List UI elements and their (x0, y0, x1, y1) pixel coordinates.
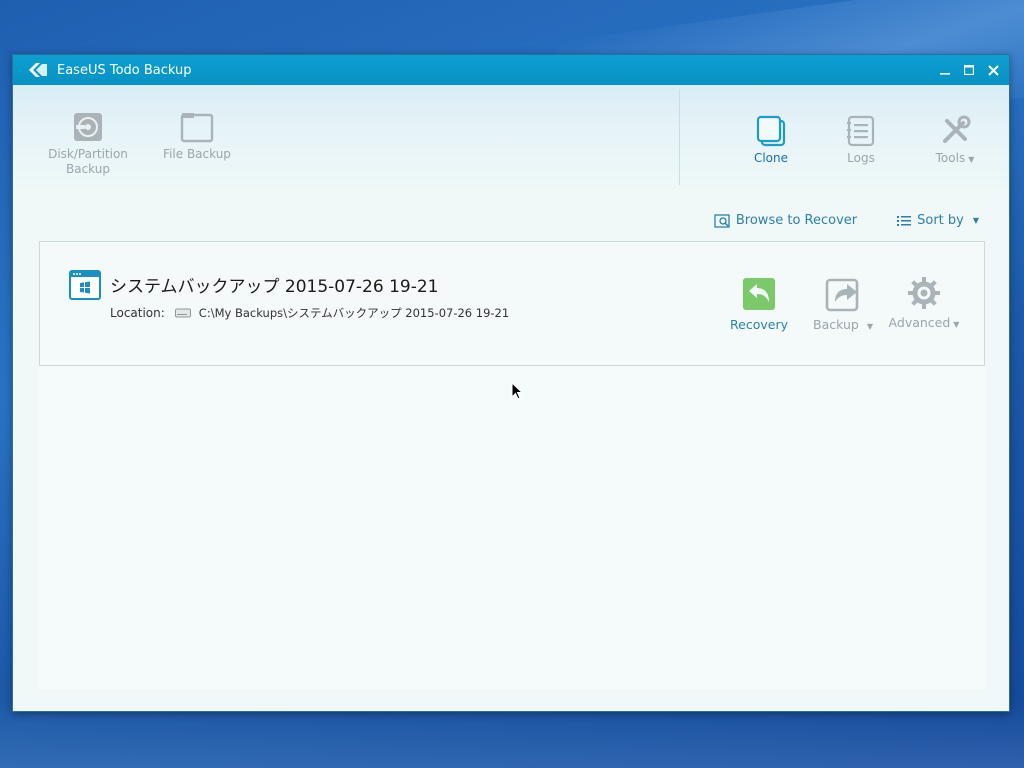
advanced-button[interactable]: Advanced ▼ (884, 276, 964, 330)
sort-by-label: Sort by (917, 213, 964, 228)
main-toolbar: Disk/Partition Backup File Backup Clone (13, 85, 1009, 189)
logs-button[interactable]: Logs (841, 115, 881, 165)
wrench-screwdriver-icon (943, 115, 971, 143)
gear-icon (908, 277, 940, 309)
backup-title: システムバックアップ 2015-07-26 19-21 (110, 277, 439, 297)
advanced-label: Advanced (888, 315, 951, 330)
clone-label: Clone (753, 151, 789, 165)
close-icon (987, 64, 999, 76)
backup-share-icon (825, 278, 859, 312)
disk-partition-backup-label: Disk/Partition Backup (48, 147, 128, 176)
hard-drive-icon (174, 308, 191, 318)
backup-button[interactable]: Backup ▼ (808, 276, 878, 332)
window-title: EaseUS Todo Backup (57, 62, 192, 78)
easeus-logo-icon (27, 61, 49, 79)
clone-icon (756, 115, 786, 147)
browse-folder-icon (714, 213, 730, 228)
clone-button[interactable]: Clone (747, 115, 795, 165)
location-label: Location: (110, 306, 165, 320)
sort-dropdown-icon: ▼ (972, 216, 979, 225)
list-actions: Browse to Recover Sort by ▼ (714, 213, 979, 228)
tools-label: Tools (935, 151, 966, 165)
backup-list-empty-area (39, 367, 985, 689)
minimize-icon (940, 73, 950, 75)
sort-by-dropdown[interactable]: Sort by ▼ (897, 213, 979, 228)
recovery-icon (743, 278, 775, 310)
disk-partition-backup-button[interactable]: Disk/Partition Backup (47, 111, 129, 177)
backup-location: Location: C:\My Backups\システムバックアップ 2015-… (110, 305, 509, 321)
toolbar-divider (679, 89, 680, 185)
file-backup-label: File Backup (163, 147, 231, 161)
advanced-dropdown-icon: ▼ (953, 320, 960, 329)
mouse-cursor-icon (511, 382, 523, 400)
backup-item-actions: Recovery Backup ▼ Advanced ▼ (724, 276, 984, 336)
close-button[interactable] (981, 58, 1005, 82)
maximize-icon (964, 65, 974, 75)
content-area: Browse to Recover Sort by ▼ システムバックアップ 2… (13, 189, 1009, 711)
backup-dropdown-icon: ▼ (866, 322, 873, 331)
tools-button[interactable]: Tools ▼ (929, 115, 981, 165)
title-bar[interactable]: EaseUS Todo Backup (13, 55, 1009, 85)
logs-label: Logs (847, 151, 875, 165)
backup-label: Backup (813, 317, 859, 332)
minimize-button[interactable] (933, 58, 957, 82)
disk-icon (74, 113, 102, 141)
backup-item[interactable]: システムバックアップ 2015-07-26 19-21 Location: C:… (39, 241, 985, 366)
browse-to-recover-label: Browse to Recover (735, 213, 858, 228)
list-icon (897, 215, 912, 226)
tools-dropdown-icon: ▼ (968, 155, 975, 164)
system-backup-icon (69, 270, 101, 304)
logs-icon (847, 115, 875, 147)
browse-to-recover-link[interactable]: Browse to Recover (714, 213, 857, 228)
window-controls (933, 55, 1005, 85)
recovery-label: Recovery (730, 317, 788, 332)
file-backup-button[interactable]: File Backup (159, 111, 235, 161)
maximize-button[interactable] (957, 58, 981, 82)
recovery-button[interactable]: Recovery (724, 276, 794, 332)
location-path: C:\My Backups\システムバックアップ 2015-07-26 19-2… (198, 306, 510, 320)
folder-icon (180, 113, 214, 143)
